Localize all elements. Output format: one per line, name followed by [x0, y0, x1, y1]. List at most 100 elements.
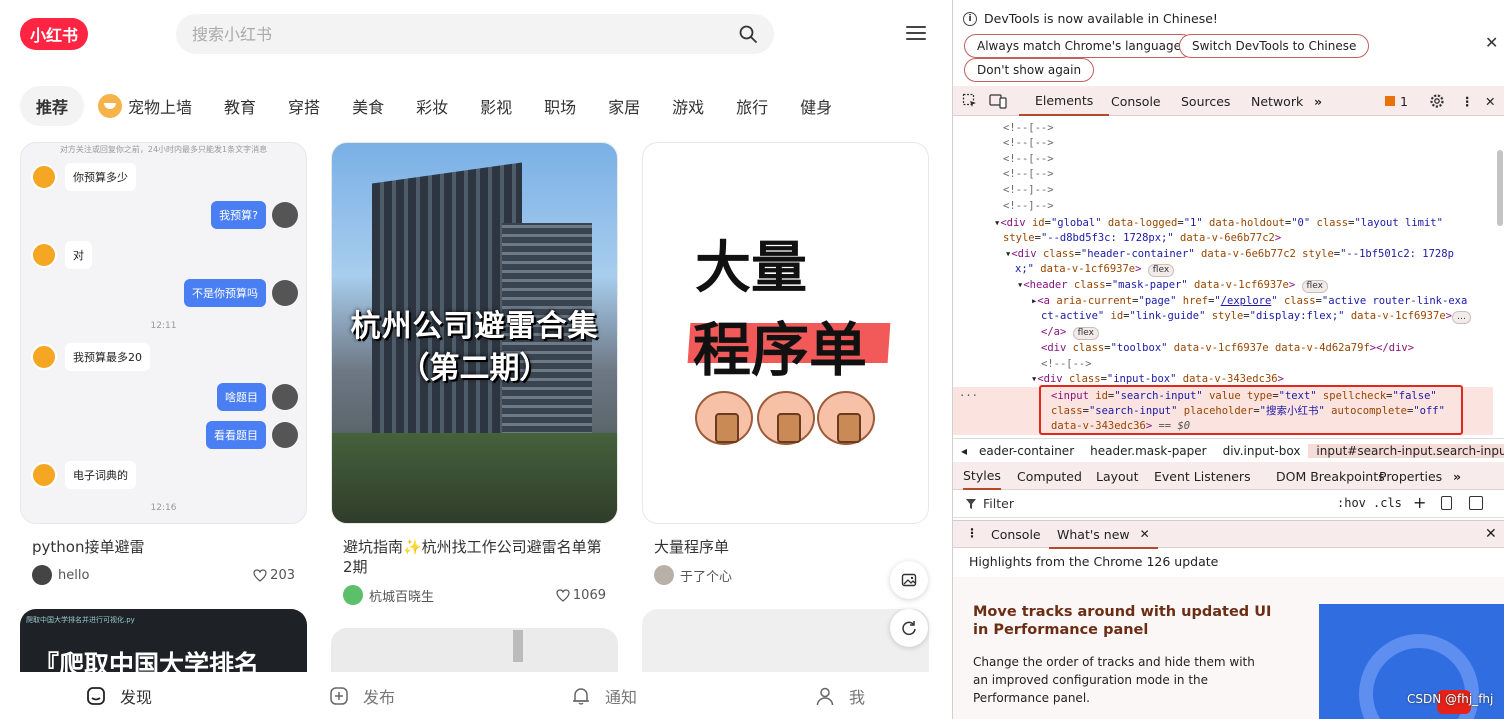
tab-console[interactable]: Console	[1111, 86, 1161, 116]
whats-new-title[interactable]: Move tracks around with updated UI in Pe…	[973, 603, 1273, 639]
dom-tree[interactable]: <!--[--> <!--[--> <!--[--> <!--[--> <!--…	[953, 117, 1493, 435]
scrollbar[interactable]	[1497, 150, 1503, 226]
like-button[interactable]: 1069	[556, 588, 606, 603]
nav-me[interactable]: 我	[815, 684, 865, 708]
note-cover[interactable]: 大量 程序单	[642, 142, 929, 524]
note-title[interactable]: 大量程序单	[642, 537, 929, 557]
dom-node-link-close[interactable]: </a> flex	[1041, 325, 1099, 340]
inspect-icon[interactable]	[962, 93, 978, 109]
device-toggle-icon[interactable]	[989, 93, 1007, 109]
channel-tab[interactable]: 职场	[544, 94, 576, 118]
breadcrumb-item[interactable]: eader-container	[971, 444, 1082, 458]
node-actions-icon[interactable]: ···	[959, 389, 978, 404]
nav-notify[interactable]: 通知	[571, 684, 637, 708]
tab-network[interactable]: Network	[1251, 86, 1303, 116]
breadcrumb-item[interactable]: div.input-box	[1215, 444, 1309, 458]
more-tabs-icon[interactable]: »	[1453, 462, 1461, 490]
match-language-button[interactable]: Always match Chrome's language	[964, 34, 1194, 58]
dom-node-header-container-cont[interactable]: x;" data-v-1cf6937e> flex	[1015, 262, 1175, 277]
note-title[interactable]: python接单避雷	[20, 537, 307, 557]
channel-tab[interactable]: 穿搭	[288, 94, 320, 118]
dom-node-global-cont[interactable]: style="--d8bd5f3c: 1728px;" data-v-6e6b7…	[1003, 231, 1281, 246]
channel-tab[interactable]: 影视	[480, 94, 512, 118]
channel-tab[interactable]: 教育	[224, 94, 256, 118]
tab-properties[interactable]: Properties	[1379, 462, 1442, 490]
note-cover[interactable]	[331, 628, 618, 672]
menu-icon[interactable]	[906, 26, 926, 42]
channel-tab[interactable]: 彩妆	[416, 94, 448, 118]
dom-comment[interactable]: <!--[-->	[1003, 136, 1054, 151]
tab-event-listeners[interactable]: Event Listeners	[1154, 462, 1251, 490]
dom-node-global[interactable]: ▾<div id="global" data-logged="1" data-h…	[994, 216, 1443, 231]
note-author[interactable]: 杭城百晓生	[343, 585, 434, 605]
breadcrumb-item[interactable]: input#search-input.search-input	[1308, 443, 1504, 458]
note-cover[interactable]	[642, 609, 929, 672]
note-card[interactable]: 大量 程序单 大量程序单 于了个心	[642, 142, 929, 585]
switch-chinese-button[interactable]: Switch DevTools to Chinese	[1179, 34, 1370, 58]
dom-node-toolbox[interactable]: <div class="toolbox" data-v-1cf6937e dat…	[1041, 341, 1414, 356]
channel-tab[interactable]: 宠物上墙	[98, 94, 192, 118]
search-icon[interactable]	[738, 24, 758, 44]
like-button[interactable]: 203	[253, 568, 295, 583]
search-bar[interactable]	[176, 14, 774, 54]
channel-tab[interactable]: 健身	[800, 94, 832, 118]
channel-tab[interactable]: 家居	[608, 94, 640, 118]
channel-bar: 推荐 宠物上墙 教育 穿搭 美食 彩妆 影视 职场 家居 游戏 旅行 健身	[20, 86, 864, 126]
note-card[interactable]: 对方关注或回复你之前，24小时内最多只能发1条文字消息 你预算多少 我预算? 对…	[20, 142, 307, 585]
dom-comment[interactable]: <!--[-->	[1003, 152, 1054, 167]
dom-node-link-guide[interactable]: ▸<a aria-current="page" href="/explore" …	[1031, 294, 1467, 309]
tab-dom-breakpoints[interactable]: DOM Breakpoints	[1276, 462, 1385, 490]
hov-toggle[interactable]: :hov	[1337, 496, 1366, 510]
tab-layout[interactable]: Layout	[1096, 462, 1139, 490]
breadcrumb-scroll-left-icon[interactable]: ◂	[953, 444, 971, 458]
image-mode-button[interactable]	[890, 561, 928, 599]
note-author[interactable]: 于了个心	[654, 565, 732, 585]
channel-tab[interactable]: 美食	[352, 94, 384, 118]
filter-input[interactable]: Filter	[983, 496, 1014, 511]
dom-comment[interactable]: <!--[-->	[1041, 357, 1092, 372]
paint-icon[interactable]	[1441, 496, 1452, 510]
channel-tab[interactable]: 旅行	[736, 94, 768, 118]
note-cover[interactable]: 杭州公司避雷合集 （第二期）	[331, 142, 618, 524]
close-drawer-icon[interactable]: ✕	[1485, 526, 1497, 542]
drawer-tab-whats-new[interactable]: What's new ✕	[1049, 521, 1158, 549]
dont-show-button[interactable]: Don't show again	[964, 58, 1095, 82]
nav-discover[interactable]: 发现	[86, 684, 152, 708]
note-cover[interactable]: 爬取中国大学排名并进行可视化.py 『爬取中国大学排名	[20, 609, 307, 672]
tab-elements[interactable]: Elements	[1019, 86, 1110, 116]
kebab-menu-icon[interactable]: ⋮	[1461, 86, 1474, 116]
dom-node-header[interactable]: ▾<header class="mask-paper" data-v-1cf69…	[1017, 278, 1328, 293]
close-tab-icon[interactable]: ✕	[1140, 527, 1150, 541]
close-icon[interactable]: ✕	[1485, 33, 1498, 52]
issues-badge[interactable]: 1	[1385, 86, 1408, 116]
dom-comment[interactable]: <!--]-->	[1003, 183, 1054, 198]
note-title[interactable]: 避坑指南✨杭州找工作公司避雷名单第2期	[331, 537, 618, 577]
nav-publish[interactable]: 发布	[329, 684, 395, 708]
dom-node-header-container[interactable]: ▾<div class="header-container" data-v-6e…	[1005, 247, 1454, 262]
cls-toggle[interactable]: .cls	[1373, 496, 1402, 510]
dom-node-link-guide-cont[interactable]: ct-active" id="link-guide" style="displa…	[1041, 309, 1471, 324]
logo[interactable]: 小红书	[20, 18, 88, 50]
dom-comment[interactable]: <!--]-->	[1003, 199, 1054, 214]
avatar	[32, 565, 52, 585]
more-tabs-icon[interactable]: »	[1314, 86, 1322, 116]
gear-icon[interactable]	[1429, 93, 1445, 109]
refresh-button[interactable]	[890, 609, 928, 647]
close-devtools-icon[interactable]: ✕	[1485, 86, 1495, 116]
search-input[interactable]	[192, 24, 738, 44]
tab-styles[interactable]: Styles	[963, 462, 1001, 490]
breadcrumb-item[interactable]: header.mask-paper	[1082, 444, 1214, 458]
tab-computed[interactable]: Computed	[1017, 462, 1082, 490]
dom-comment[interactable]: <!--[-->	[1003, 121, 1054, 136]
note-card[interactable]: 杭州公司避雷合集 （第二期） 避坑指南✨杭州找工作公司避雷名单第2期 杭城百晓生…	[331, 142, 618, 605]
add-rule-icon[interactable]: +	[1413, 493, 1426, 512]
note-author[interactable]: hello	[32, 565, 89, 585]
channel-tab[interactable]: 推荐	[20, 86, 85, 126]
channel-tab[interactable]: 游戏	[672, 94, 704, 118]
sidebar-toggle-icon[interactable]	[1469, 496, 1483, 510]
drawer-menu-icon[interactable]: ⋮	[966, 526, 978, 540]
dom-comment[interactable]: <!--[-->	[1003, 167, 1054, 182]
note-cover[interactable]: 对方关注或回复你之前，24小时内最多只能发1条文字消息 你预算多少 我预算? 对…	[20, 142, 307, 524]
drawer-tab-console[interactable]: Console	[991, 527, 1041, 542]
tab-sources[interactable]: Sources	[1181, 86, 1230, 116]
